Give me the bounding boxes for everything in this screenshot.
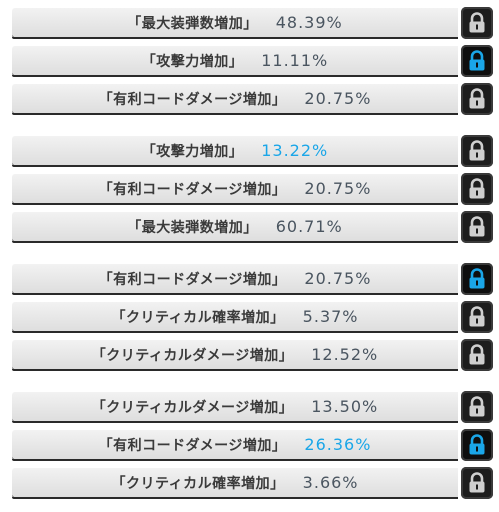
option-row[interactable]: 「有利コードダメージ増加」 20.75%: [12, 263, 498, 295]
option-value: 20.75%: [304, 179, 372, 198]
option-text: 「クリティカル確率増加」 5.37%: [12, 302, 458, 331]
unlocked-padlock-icon[interactable]: [461, 391, 493, 423]
unlocked-padlock-icon[interactable]: [461, 83, 493, 115]
option-row[interactable]: 「最大装弾数増加」 60.71%: [12, 211, 498, 243]
option-row[interactable]: 「クリティカルダメージ増加」 13.50%: [12, 391, 498, 423]
option-text: 「有利コードダメージ増加」 20.75%: [12, 84, 458, 113]
option-value: 13.50%: [311, 397, 379, 416]
option-label: 「クリティカルダメージ増加」: [91, 399, 294, 416]
option-row[interactable]: 「有利コードダメージ増加」 26.36%: [12, 429, 498, 461]
option-row[interactable]: 「最大装弾数増加」 48.39%: [12, 7, 498, 39]
option-row[interactable]: 「クリティカルダメージ増加」 12.52%: [12, 339, 498, 371]
option-value: 13.22%: [261, 141, 329, 160]
unlocked-padlock-icon[interactable]: [461, 211, 493, 243]
option-value: 20.75%: [304, 269, 372, 288]
option-value: 60.71%: [275, 217, 343, 236]
option-text: 「有利コードダメージ増加」 26.36%: [12, 430, 458, 459]
option-label: 「最大装弾数増加」: [127, 15, 258, 32]
option-label: 「有利コードダメージ増加」: [98, 181, 287, 198]
unlocked-padlock-icon[interactable]: [461, 7, 493, 39]
option-row[interactable]: 「クリティカル確率増加」 5.37%: [12, 301, 498, 333]
option-text: 「最大装弾数増加」 48.39%: [12, 8, 458, 37]
unlocked-padlock-icon[interactable]: [461, 135, 493, 167]
option-value: 48.39%: [275, 13, 343, 32]
option-row[interactable]: 「クリティカル確率増加」 3.66%: [12, 467, 498, 499]
option-row[interactable]: 「有利コードダメージ増加」 20.75%: [12, 83, 498, 115]
option-label: 「有利コードダメージ増加」: [98, 271, 287, 288]
option-label: 「最大装弾数増加」: [127, 219, 258, 236]
option-row[interactable]: 「攻撃力増加」 13.22%: [12, 135, 498, 167]
option-text: 「クリティカルダメージ増加」 13.50%: [12, 392, 458, 421]
option-text: 「クリティカルダメージ増加」 12.52%: [12, 340, 458, 369]
option-label: 「攻撃力増加」: [141, 53, 244, 70]
option-text: 「クリティカル確率増加」 3.66%: [12, 468, 458, 497]
option-text: 「有利コードダメージ増加」 20.75%: [12, 174, 458, 203]
option-label: 「クリティカルダメージ増加」: [91, 347, 294, 364]
locked-padlock-icon[interactable]: [461, 429, 493, 461]
option-label: 「クリティカル確率増加」: [111, 309, 285, 326]
option-label: 「有利コードダメージ増加」: [98, 437, 287, 454]
option-row[interactable]: 「有利コードダメージ増加」 20.75%: [12, 173, 498, 205]
option-text: 「有利コードダメージ増加」 20.75%: [12, 264, 458, 293]
option-label: 「攻撃力増加」: [141, 143, 244, 160]
option-value: 3.66%: [302, 473, 359, 492]
unlocked-padlock-icon[interactable]: [461, 301, 493, 333]
option-text: 「攻撃力増加」 13.22%: [12, 136, 458, 165]
option-text: 「最大装弾数増加」 60.71%: [12, 212, 458, 241]
locked-padlock-icon[interactable]: [461, 263, 493, 295]
unlocked-padlock-icon[interactable]: [461, 467, 493, 499]
locked-padlock-icon[interactable]: [461, 45, 493, 77]
unlocked-padlock-icon[interactable]: [461, 173, 493, 205]
unlocked-padlock-icon[interactable]: [461, 339, 493, 371]
option-text: 「攻撃力増加」 11.11%: [12, 46, 458, 75]
option-value: 5.37%: [302, 307, 359, 326]
option-value: 12.52%: [311, 345, 379, 364]
option-label: 「有利コードダメージ増加」: [98, 91, 287, 108]
option-row[interactable]: 「攻撃力増加」 11.11%: [12, 45, 498, 77]
option-value: 26.36%: [304, 435, 372, 454]
option-label: 「クリティカル確率増加」: [111, 475, 285, 492]
option-value: 11.11%: [261, 51, 329, 70]
option-value: 20.75%: [304, 89, 372, 108]
